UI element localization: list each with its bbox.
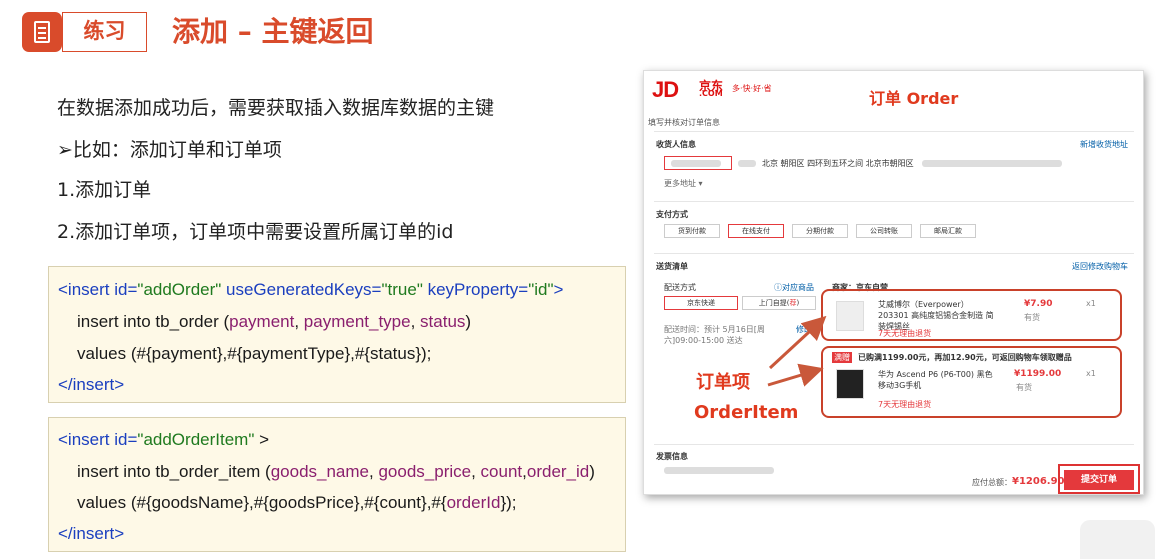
annotation-arrows xyxy=(767,315,827,387)
arrow-to-item2 xyxy=(767,363,824,387)
order-item-annotation-cn: 订单项 xyxy=(696,372,750,393)
arrow-to-item1 xyxy=(768,315,827,370)
corner-widget xyxy=(1080,520,1155,559)
order-item-annotation-en: OrderItem xyxy=(694,402,799,423)
